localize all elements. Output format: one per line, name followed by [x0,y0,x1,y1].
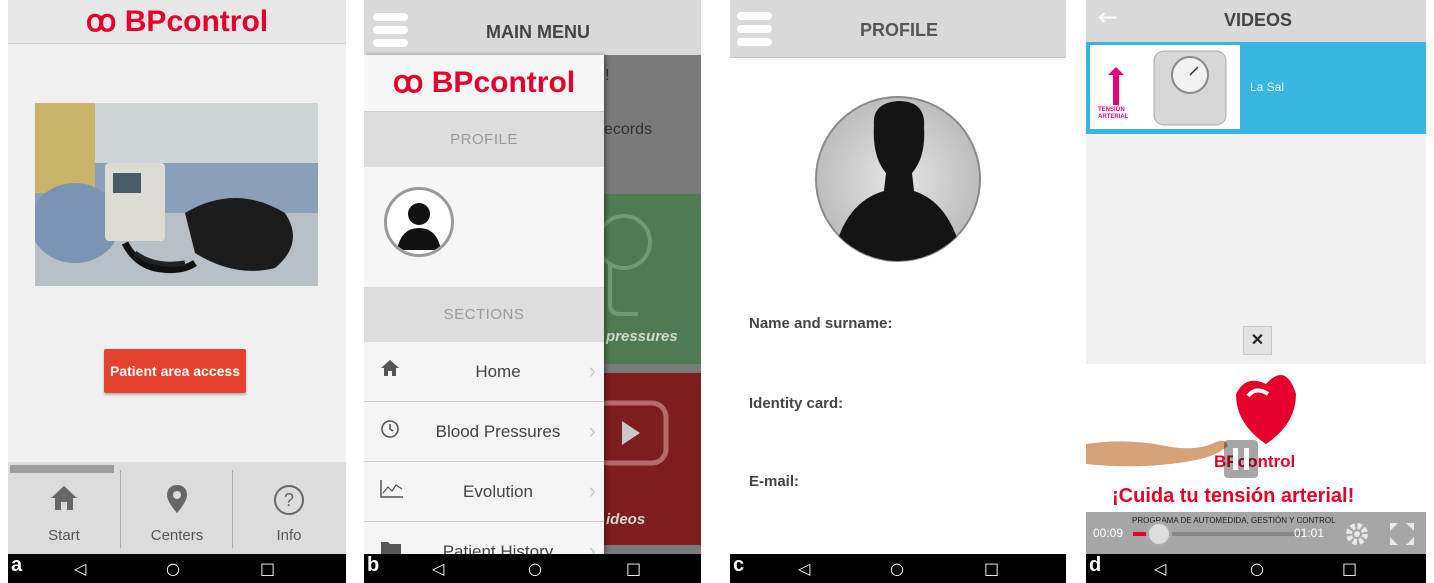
menu-item-label: Home [475,362,521,381]
tile-label: ideos [606,511,646,528]
video-list-item[interactable]: TENSIÓN ARTERIAL La Sal [1086,42,1426,134]
back-arrow-icon[interactable]: ← [1098,3,1118,31]
menu-item-evolution[interactable]: Evolution › [364,462,604,522]
thumb-caption: TENSIÓN ARTERIAL [1098,107,1128,121]
page-title: VIDEOS [1224,10,1293,30]
bottom-tab-bar: Start Centers ? Info [8,462,346,554]
svg-text:?: ? [284,490,294,510]
nav-recents-icon[interactable]: □ [1342,559,1357,578]
screen-start: ꝏ BPcontrol Patient area access Start Ce… [8,0,346,583]
page-title: PROFILE [860,20,939,40]
nav-recents-icon[interactable]: □ [626,559,641,578]
chevron-right-icon: › [588,418,596,443]
chevron-right-icon: › [588,478,596,503]
thumb-caption-line: TENSIÓN [1098,107,1125,113]
logo-text-control: control [473,66,576,99]
drawer-profile-row[interactable] [364,167,604,287]
blood-pressure-monitor-photo [35,103,318,286]
screen-videos: ← VIDEOS TENSIÓN ARTERIAL La Sal ✕ BPcon… [1086,0,1426,583]
pause-icon[interactable] [1224,440,1258,478]
nav-back-icon[interactable]: ◁ [1154,559,1166,578]
panel-tag: d [1089,554,1102,576]
videos-tile: ideos [604,373,701,545]
panel-tag: c [733,554,745,576]
menu-item-blood-pressures[interactable]: Blood Pressures › [364,402,604,462]
panel-tag: a [11,554,23,576]
thumb-caption-line: ARTERIAL [1098,114,1129,120]
nav-home-icon[interactable]: ○ [1250,559,1264,578]
name-field-label: Name and surname: [749,315,893,332]
app-header-logo: ꝏ BPcontrol [8,0,346,44]
logo-text-bp: BP [431,66,474,99]
nav-home-icon[interactable]: ○ [890,559,904,578]
clock-icon [380,419,400,445]
heart-logo-icon: ꝏ [392,66,424,99]
screen-profile: PROFILE Name and surname: Identity card:… [730,0,1066,583]
profile-section-header: PROFILE [364,112,604,167]
nav-recents-icon[interactable]: □ [260,559,275,578]
drawer-logo: ꝏ BPcontrol [364,55,604,112]
tab-centers[interactable]: Centers [121,472,233,554]
time-total: 01:01 [1294,526,1325,540]
menu-item-label: Blood Pressures [435,422,561,441]
hamburger-menu-icon[interactable] [737,12,772,46]
video-controls: 00:09 01:01 [1086,512,1426,554]
top-bar: PROFILE [730,0,1066,58]
system-nav-bar: c ◁ ○ □ [730,554,1066,583]
system-nav-bar: d ◁ ○ □ [1086,554,1426,583]
tile-label: pressures [606,328,678,345]
panel-tag: b [367,554,380,576]
hamburger-menu-icon[interactable] [373,13,408,47]
top-bar: ← VIDEOS [1086,0,1426,42]
gear-icon[interactable] [1344,521,1370,552]
sections-header: SECTIONS [364,287,604,342]
email-field-label: E-mail: [749,473,800,490]
fullscreen-icon[interactable] [1388,521,1416,552]
logo-text-control: control [166,5,269,38]
tab-info-label: Info [276,527,302,544]
navigation-drawer: ꝏ BPcontrol PROFILE SECTIONS Home › Bloo… [364,55,604,582]
blood-pressures-tile: pressures [604,194,701,364]
nav-recents-icon[interactable]: □ [984,559,999,578]
top-bar: MAIN MENU [364,0,701,55]
nav-home-icon[interactable]: ○ [166,559,180,578]
chevron-right-icon: › [588,358,596,383]
video-title: La Sal [1250,80,1285,94]
background-text-fragment: ! [605,67,610,84]
home-icon [8,484,120,520]
time-elapsed: 00:09 [1093,526,1124,540]
seek-handle[interactable] [1145,521,1172,547]
video-slogan: ¡Cuida tu tensión arterial! [1112,485,1355,507]
profile-avatar[interactable] [814,95,982,263]
chart-icon [380,479,404,505]
video-thumbnail: TENSIÓN ARTERIAL [1090,45,1240,129]
location-pin-icon [121,484,233,522]
logo-text-bp: BP [124,5,167,38]
menu-item-label: Evolution [463,482,533,501]
menu-item-home[interactable]: Home › [364,342,604,402]
avatar[interactable] [384,187,454,257]
system-nav-bar: a ◁ ○ □ [8,554,346,583]
screen-main-menu: MAIN MENU ! ecords pressures ideos ꝏ BPc… [364,0,701,583]
patient-area-access-button[interactable]: Patient area access [104,349,246,393]
close-button[interactable]: ✕ [1243,326,1272,355]
system-nav-bar: b ◁ ○ □ [364,554,701,583]
video-player[interactable]: BPcontrol ¡Cuida tu tensión arterial! PR… [1086,364,1426,554]
nav-back-icon[interactable]: ◁ [432,559,444,578]
tab-start-label: Start [48,527,80,544]
identity-card-field-label: Identity card: [749,395,844,412]
page-title: MAIN MENU [486,22,590,42]
nav-back-icon[interactable]: ◁ [74,559,86,578]
tab-centers-label: Centers [150,527,204,544]
question-icon: ? [233,484,345,524]
nav-home-icon[interactable]: ○ [528,559,542,578]
background-text-fragment: ecords [604,121,653,138]
home-icon [380,359,400,383]
tab-info[interactable]: ? Info [233,472,345,554]
heart-logo-icon: ꝏ [85,5,117,38]
tab-start[interactable]: Start [8,472,120,554]
nav-back-icon[interactable]: ◁ [798,559,810,578]
